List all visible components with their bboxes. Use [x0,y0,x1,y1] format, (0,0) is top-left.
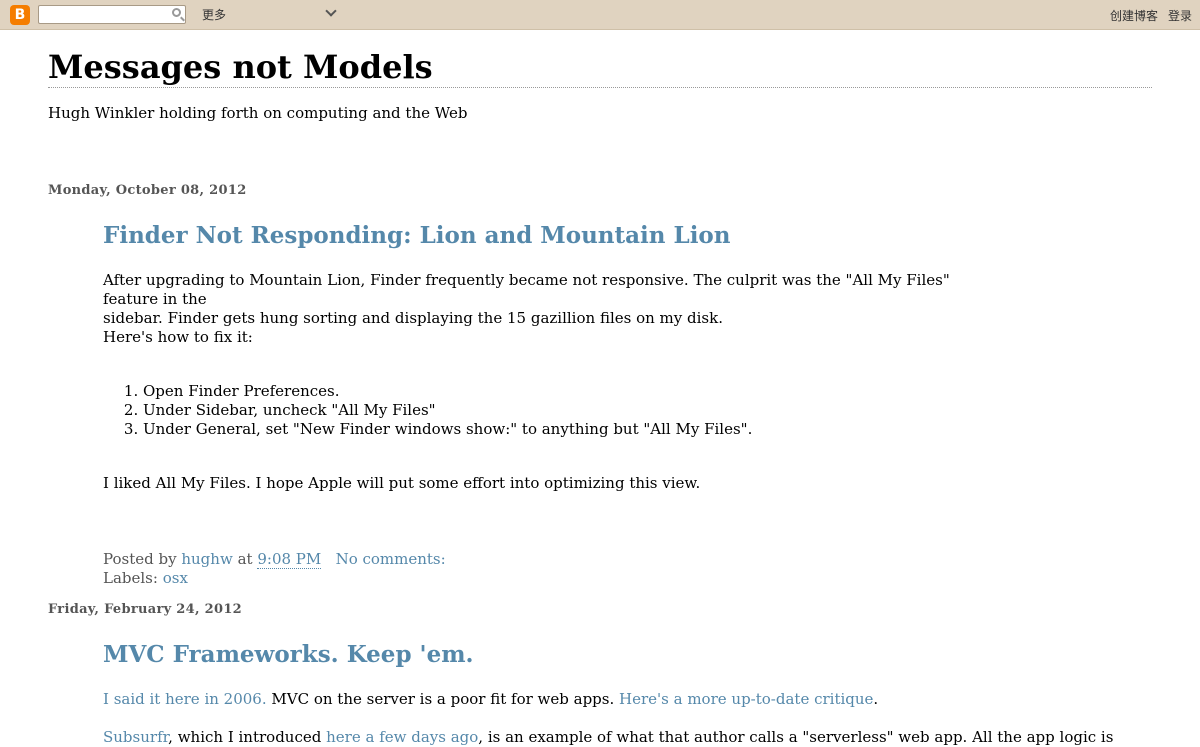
list-item: Open Finder Preferences. [143,382,752,401]
sign-in-link[interactable]: 登录 [1168,7,1192,24]
date-header: Friday, February 24, 2012 [48,602,243,617]
blog-description: Hugh Winkler holding forth on computing … [48,104,468,122]
inline-link[interactable]: here a few days ago [326,728,478,746]
post-text: , is an example of what that author call… [478,728,1114,746]
post-text: MVC on the server is a poor fit for web … [266,690,620,708]
search-input[interactable] [38,5,186,24]
blogger-logo-icon[interactable]: B [10,5,30,25]
post-body: After upgrading to Mountain Lion, Finder… [103,271,1003,328]
post-footer-line: Posted by hughw at 9:08 PM No comments: [103,550,446,569]
inline-link[interactable]: Subsurfr [103,728,168,746]
labels-label: Labels: [103,569,158,587]
post-footer: Posted by hughw at 9:08 PM No comments: … [103,550,446,588]
post-paragraph: Subsurfr, which I introduced here a few … [103,728,1113,747]
create-blog-link[interactable]: 创建博客 [1110,7,1158,24]
inline-link[interactable]: Here's a more up-to-date critique [619,690,873,708]
post-paragraph: I liked All My Files. I hope Apple will … [103,474,701,492]
post-paragraph: After upgrading to Mountain Lion, Finder… [103,271,950,308]
search-icon[interactable] [172,8,181,17]
author-link[interactable]: hughw [181,550,232,568]
blogger-navbar: B 更多 创建博客 登录 [0,0,1200,30]
inline-link[interactable]: I said it here in 2006. [103,690,267,708]
post-text: , which I introduced [168,728,327,746]
post-title-link[interactable]: MVC Frameworks. Keep 'em. [103,641,474,668]
at-label: at [237,550,253,568]
header-divider [48,87,1152,88]
post-title-link[interactable]: Finder Not Responding: Lion and Mountain… [103,222,731,249]
label-link[interactable]: osx [163,569,188,587]
list-item: Under General, set "New Finder windows s… [143,420,752,439]
more-menu[interactable]: 更多 [202,6,226,23]
post-paragraph: Here's how to fix it: [103,328,253,346]
timestamp-link[interactable]: 9:08 PM [257,550,322,569]
chevron-down-icon[interactable] [325,5,337,17]
navbar-right: 创建博客 登录 [1110,7,1192,24]
comments-link[interactable]: No comments: [336,550,446,568]
posted-by-label: Posted by [103,550,177,568]
list-item: Under Sidebar, uncheck "All My Files" [143,401,752,420]
post-paragraph: sidebar. Finder gets hung sorting and di… [103,309,723,327]
post-paragraph: I said it here in 2006. MVC on the serve… [103,690,1103,709]
post-text: . [873,690,879,708]
post-labels: Labels: osx [103,569,446,588]
date-header: Monday, October 08, 2012 [48,183,247,198]
steps-list: Open Finder Preferences. Under Sidebar, … [103,382,752,439]
blog-title[interactable]: Messages not Models [48,48,433,86]
